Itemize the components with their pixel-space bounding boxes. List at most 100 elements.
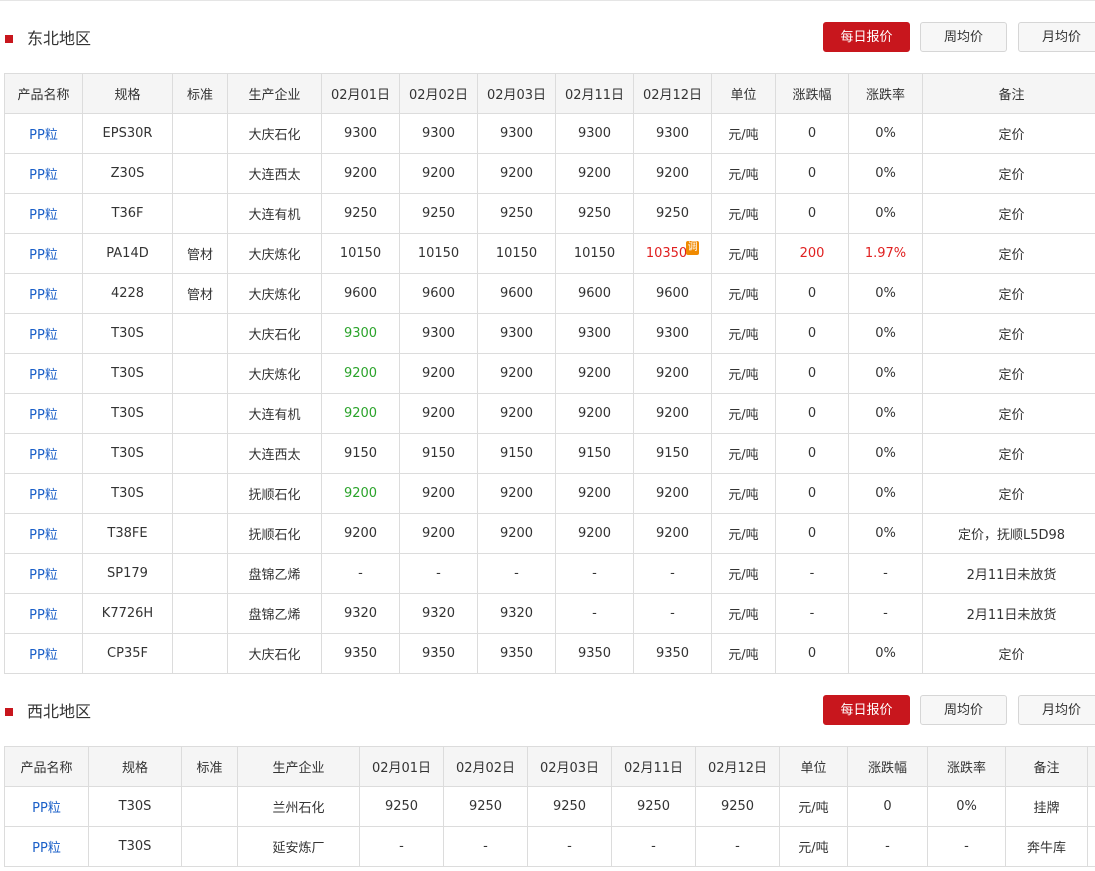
product-name-value[interactable]: PP粒 xyxy=(29,448,58,463)
remark-value: 2月11日未放货 xyxy=(966,608,1057,623)
cell-product-name[interactable]: PP粒 xyxy=(4,193,83,234)
change-value: 0 xyxy=(807,526,817,541)
remark-value: 定价 xyxy=(998,648,1025,663)
price-0211-value: - xyxy=(592,606,597,621)
change-rate-value: 1.97% xyxy=(864,246,907,261)
cell-product-name[interactable]: PP粒 xyxy=(4,513,83,554)
weekly-average-button[interactable]: 周均价 xyxy=(920,22,1007,52)
table-header-row: 产品名称 规格 标准 生产企业 02月01日 02月02日 02月03日 02月11日 02月1… xyxy=(4,73,1095,114)
product-name-value[interactable]: PP粒 xyxy=(29,248,58,263)
product-name-value[interactable]: PP粒 xyxy=(29,288,58,303)
product-name-value[interactable]: PP粒 xyxy=(29,208,58,223)
producer-value: 大庆炼化 xyxy=(248,288,301,303)
spec-value: T30S xyxy=(111,326,144,341)
cell-spec: T30S xyxy=(82,433,173,474)
cell-standard xyxy=(172,313,228,354)
weekly-average-button[interactable]: 周均价 xyxy=(920,695,1007,725)
product-name-value[interactable]: PP粒 xyxy=(29,128,58,143)
price-table-northeast: 产品名称 规格 标准 生产企业 02月01日 02月02日 02月03日 02月11日 02月1… xyxy=(4,73,1095,674)
change-rate-value: 0% xyxy=(875,206,896,221)
column-header-standard: 标准 xyxy=(181,746,238,787)
price-0201-value: - xyxy=(399,839,404,854)
price-adjusted-icon: 调 xyxy=(686,241,700,255)
cell-price-0212: 9200 xyxy=(633,473,712,514)
table-row: PP粒 T30S 大连有机 9200 9200 9200 9200 9200 元/吨 0 0% 定价 xyxy=(4,393,1095,434)
change-rate-value: 0% xyxy=(875,446,896,461)
cell-price-0212: 9250 xyxy=(633,193,712,234)
price-0211-value: 9200 xyxy=(577,366,612,381)
cell-change: 200 xyxy=(775,233,849,274)
cell-producer: 大连西太 xyxy=(227,153,322,194)
cell-extra xyxy=(1087,786,1095,827)
cell-product-name[interactable]: PP粒 xyxy=(4,273,83,314)
cell-product-name[interactable]: PP粒 xyxy=(4,313,83,354)
cell-product-name[interactable]: PP粒 xyxy=(4,393,83,434)
change-value: 0 xyxy=(807,206,817,221)
cell-product-name[interactable]: PP粒 xyxy=(4,473,83,514)
daily-price-button[interactable]: 每日报价 xyxy=(823,22,910,52)
cell-product-name[interactable]: PP粒 xyxy=(4,353,83,394)
product-name-value[interactable]: PP粒 xyxy=(29,608,58,623)
product-name-value[interactable]: PP粒 xyxy=(29,368,58,383)
monthly-average-button[interactable]: 月均价 xyxy=(1018,695,1095,725)
product-name-value[interactable]: PP粒 xyxy=(29,408,58,423)
cell-product-name[interactable]: PP粒 xyxy=(4,153,83,194)
product-name-value[interactable]: PP粒 xyxy=(29,528,58,543)
price-0202-value: 9200 xyxy=(421,406,456,421)
cell-spec: T30S xyxy=(82,473,173,514)
cell-price-0201: - xyxy=(321,553,400,594)
cell-unit: 元/吨 xyxy=(711,513,776,554)
cell-change-rate: 0% xyxy=(848,353,923,394)
unit-value: 元/吨 xyxy=(728,648,759,663)
price-0201-value: 9200 xyxy=(343,166,378,181)
product-name-value[interactable]: PP粒 xyxy=(32,841,61,856)
cell-price-0212: 9200 xyxy=(633,513,712,554)
product-name-value[interactable]: PP粒 xyxy=(32,801,61,816)
cell-product-name[interactable]: PP粒 xyxy=(4,786,89,827)
product-name-value[interactable]: PP粒 xyxy=(29,648,58,663)
cell-remark: 定价 xyxy=(922,633,1095,674)
cell-product-name[interactable]: PP粒 xyxy=(4,433,83,474)
column-header-price-0202: 02月02日 xyxy=(399,73,478,114)
cell-product-name[interactable]: PP粒 xyxy=(4,593,83,634)
cell-producer: 盘锦乙烯 xyxy=(227,553,322,594)
table-row: PP粒 T30S 大庆炼化 9200 9200 9200 9200 9200 元/吨 0 0% 定价 xyxy=(4,353,1095,394)
unit-value: 元/吨 xyxy=(728,288,759,303)
cell-change-rate: 0% xyxy=(848,393,923,434)
cell-price-0202: 9200 xyxy=(399,393,478,434)
cell-product-name[interactable]: PP粒 xyxy=(4,113,83,154)
cell-price-0201: 9250 xyxy=(321,193,400,234)
cell-standard xyxy=(172,513,228,554)
cell-unit: 元/吨 xyxy=(711,593,776,634)
price-0211-value: 9250 xyxy=(636,799,671,814)
cell-producer: 大连西太 xyxy=(227,433,322,474)
cell-change-rate: 0% xyxy=(848,273,923,314)
cell-price-0202: 9350 xyxy=(399,633,478,674)
cell-price-0203: - xyxy=(477,553,556,594)
cell-product-name[interactable]: PP粒 xyxy=(4,633,83,674)
cell-standard xyxy=(172,353,228,394)
top-divider xyxy=(0,0,1095,1)
product-name-value[interactable]: PP粒 xyxy=(29,328,58,343)
daily-price-button[interactable]: 每日报价 xyxy=(823,695,910,725)
price-0203-value: - xyxy=(567,839,572,854)
unit-value: 元/吨 xyxy=(728,128,759,143)
cell-price-0202: 9300 xyxy=(399,113,478,154)
cell-product-name[interactable]: PP粒 xyxy=(4,553,83,594)
cell-product-name[interactable]: PP粒 xyxy=(4,826,89,867)
cell-change: 0 xyxy=(775,273,849,314)
cell-producer: 盘锦乙烯 xyxy=(227,593,322,634)
product-name-value[interactable]: PP粒 xyxy=(29,568,58,583)
product-name-value[interactable]: PP粒 xyxy=(29,488,58,503)
price-0211-value: 9200 xyxy=(577,526,612,541)
cell-standard: 管材 xyxy=(172,233,228,274)
cell-change: - xyxy=(775,593,849,634)
price-0211-value: 9350 xyxy=(577,646,612,661)
cell-product-name[interactable]: PP粒 xyxy=(4,233,83,274)
cell-price-0201: 9200 xyxy=(321,393,400,434)
cell-price-0203: 9300 xyxy=(477,113,556,154)
monthly-average-button[interactable]: 月均价 xyxy=(1018,22,1095,52)
product-name-value[interactable]: PP粒 xyxy=(29,168,58,183)
change-rate-value: - xyxy=(883,566,888,581)
cell-change: 0 xyxy=(775,513,849,554)
